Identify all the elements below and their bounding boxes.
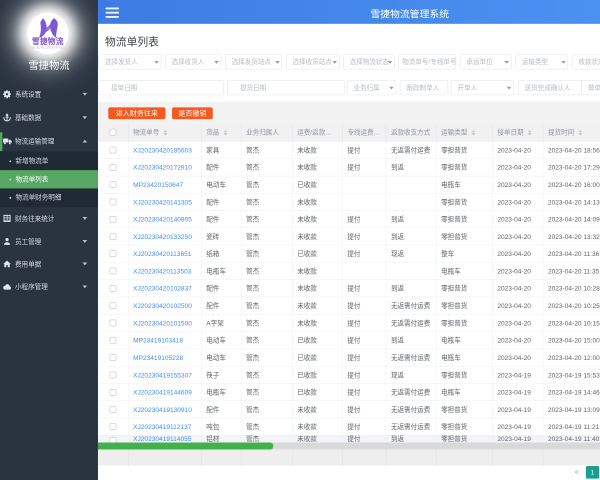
svg-text:雪捷物流: 雪捷物流 xyxy=(32,36,64,46)
svg-text:XUEJIE LOGISTICS: XUEJIE LOGISTICS xyxy=(32,45,63,49)
